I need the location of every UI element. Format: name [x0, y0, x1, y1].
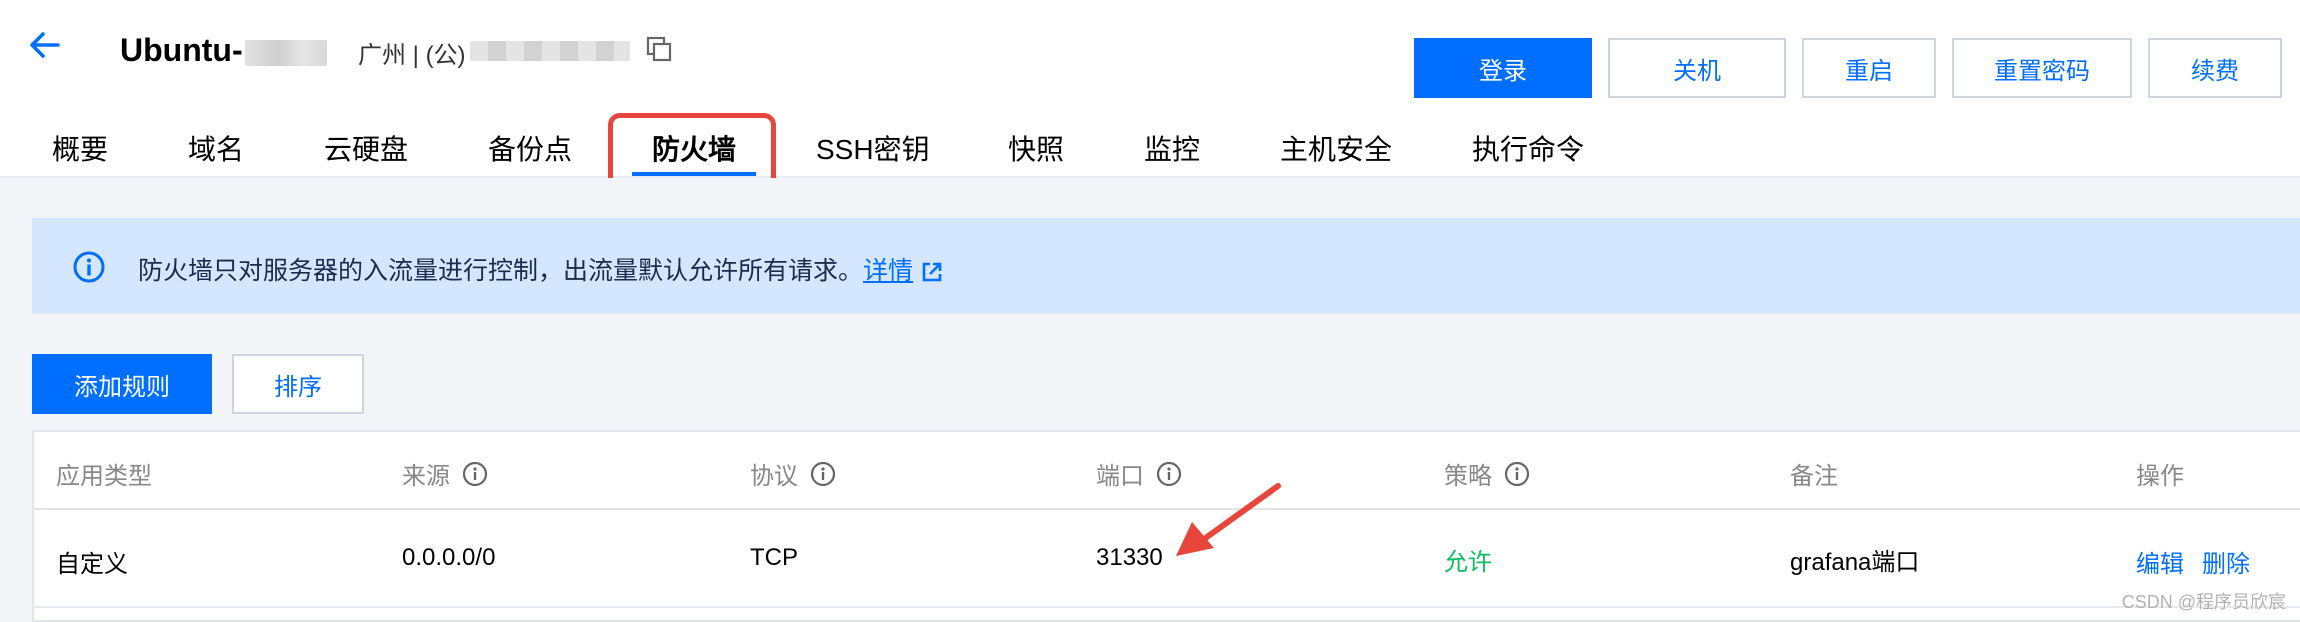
column-header-remark: 备注: [1790, 463, 1838, 490]
sort-button[interactable]: 排序: [232, 354, 364, 414]
edit-rule-link[interactable]: 编辑: [2136, 544, 2184, 579]
table-header: 应用类型 来源 协议 端口 策略 备注 操作: [34, 432, 2300, 510]
instance-name-text: Ubuntu-: [120, 32, 243, 68]
region-label: 广州 | (公): [358, 42, 466, 69]
cell-port: 31330: [1096, 544, 1163, 571]
login-button[interactable]: 登录: [1414, 38, 1592, 98]
instance-name: Ubuntu-: [120, 32, 327, 69]
firewall-rules-table: 应用类型 来源 协议 端口 策略 备注 操作 自定义 0.0.0.0/0 TCP…: [32, 430, 2300, 622]
external-link-icon[interactable]: [921, 261, 943, 283]
tab-snapshot[interactable]: 快照: [1008, 128, 1064, 168]
info-notice: 防火墙只对服务器的入流量进行控制，出流量默认允许所有请求。详情: [32, 218, 2300, 314]
notice-message: 防火墙只对服务器的入流量进行控制，出流量默认允许所有请求。: [138, 257, 864, 285]
table-row: 自定义 0.0.0.0/0 TCP 31330 允许 grafana端口 编辑 …: [34, 512, 2300, 608]
column-header-app-type: 应用类型: [56, 463, 152, 490]
cell-app-type: 自定义: [56, 551, 128, 578]
info-icon[interactable]: [462, 461, 488, 487]
tab-monitor[interactable]: 监控: [1144, 128, 1200, 168]
column-header-actions: 操作: [2136, 463, 2184, 490]
copy-icon[interactable]: [646, 36, 672, 62]
column-header-policy: 策略: [1444, 456, 1530, 491]
watermark: CSDN @程序员欣宸: [2121, 592, 2286, 612]
instance-actions: 登录 关机 重启 重置密码 续费: [1414, 38, 2282, 98]
column-header-protocol: 协议: [750, 456, 836, 491]
cell-protocol: TCP: [750, 544, 798, 571]
restart-button[interactable]: 重启: [1802, 38, 1936, 98]
cell-policy: 允许: [1444, 549, 1492, 576]
add-rule-button[interactable]: 添加规则: [32, 354, 212, 414]
tab-backup[interactable]: 备份点: [488, 128, 572, 168]
info-icon: [73, 251, 105, 283]
tab-host-security[interactable]: 主机安全: [1280, 128, 1392, 168]
details-link[interactable]: 详情: [863, 257, 913, 285]
info-icon[interactable]: [1504, 461, 1530, 487]
cell-source: 0.0.0.0/0: [402, 544, 496, 571]
pointer-arrow-icon: [1176, 483, 1281, 556]
notice-text-wrap: 防火墙只对服务器的入流量进行控制，出流量默认允许所有请求。详情: [138, 251, 943, 287]
redacted-name-suffix: [244, 39, 327, 66]
tab-bar: 概要 域名 云硬盘 备份点 防火墙 SSH密钥 快照 监控 主机安全 执行命令: [0, 118, 2300, 178]
cell-remark: grafana端口: [1790, 549, 1920, 576]
tab-cloud-disk[interactable]: 云硬盘: [324, 128, 408, 168]
tab-domain[interactable]: 域名: [188, 128, 244, 168]
info-icon[interactable]: [810, 461, 836, 487]
tab-run-command[interactable]: 执行命令: [1472, 128, 1584, 168]
delete-rule-link[interactable]: 删除: [2202, 544, 2250, 579]
reset-password-button[interactable]: 重置密码: [1952, 38, 2132, 98]
tab-ssh-keys[interactable]: SSH密钥: [816, 128, 930, 168]
column-header-source: 来源: [402, 456, 488, 491]
shutdown-button[interactable]: 关机: [1608, 38, 1786, 98]
renew-button[interactable]: 续费: [2148, 38, 2282, 98]
redacted-ip: [470, 41, 630, 61]
firewall-panel: 防火墙只对服务器的入流量进行控制，出流量默认允许所有请求。详情 添加规则 排序 …: [0, 178, 2300, 622]
back-arrow-icon[interactable]: [28, 28, 62, 62]
tab-overview[interactable]: 概要: [52, 128, 108, 168]
